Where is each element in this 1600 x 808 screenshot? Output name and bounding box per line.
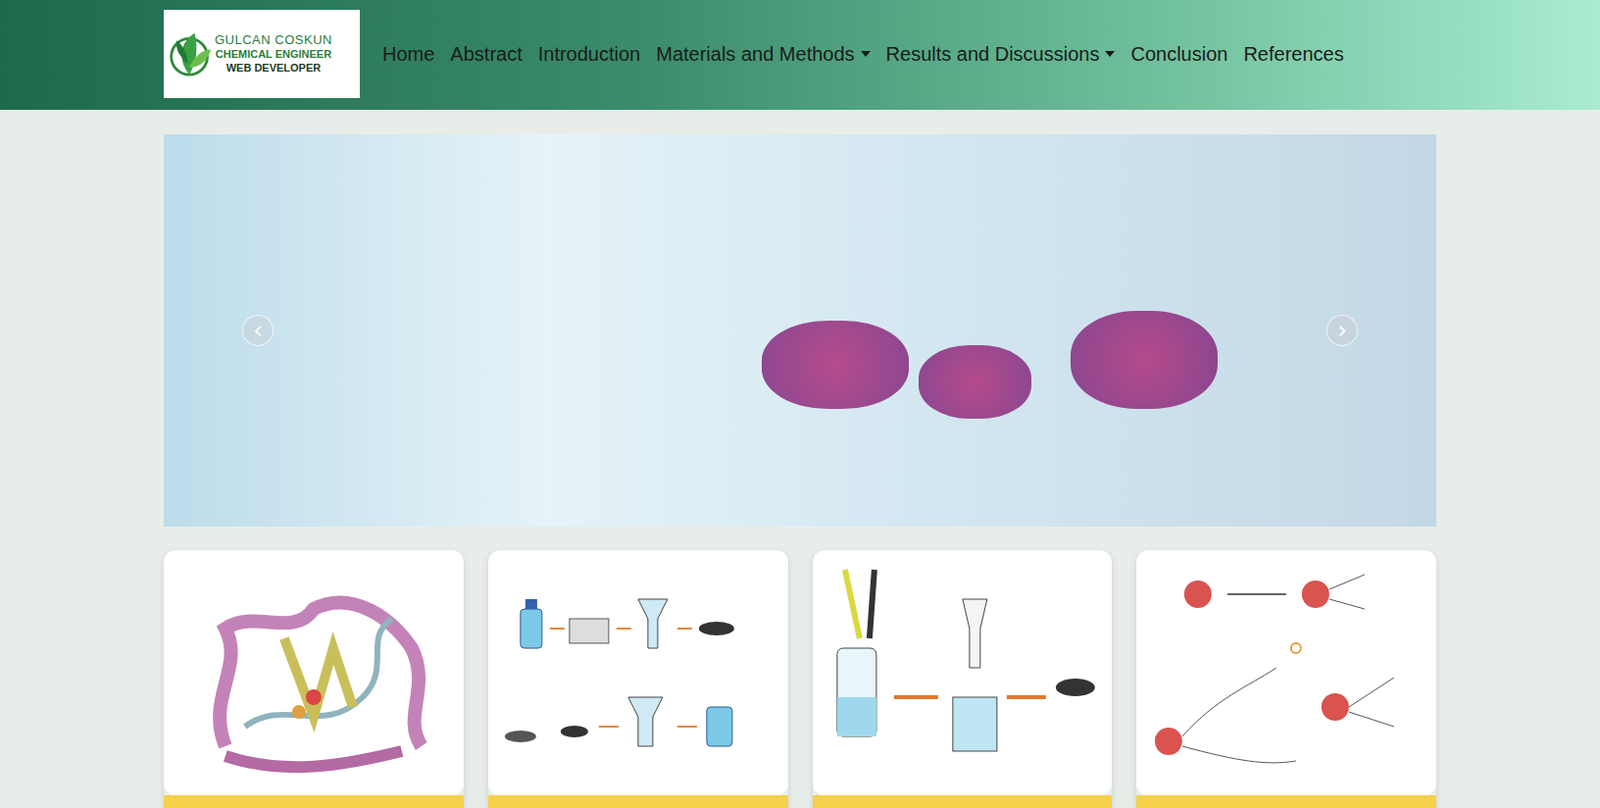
card-figure [812,550,1113,796]
brand-text: GULCAN COSKUNCHEMICAL ENGINEERWEB DEVELO… [214,32,333,76]
brand-line: WEB DEVELOPER [226,61,322,76]
card[interactable] [163,550,464,808]
carousel-prev-button[interactable]: ‹ [242,314,274,347]
card-grid [163,550,1437,808]
nav-link[interactable]: References [1235,35,1351,74]
card-figure [1136,550,1437,796]
card-footer [488,795,789,808]
immobilization-diagram-icon [812,550,1113,796]
main-content: ‹ › [163,134,1437,808]
nav-link[interactable]: Introduction [530,35,650,74]
navbar: GULCAN COSKUNCHEMICAL ENGINEERWEB DEVELO… [0,0,1600,110]
carousel-next-button[interactable]: › [1326,314,1358,347]
nav-link[interactable]: Home [374,35,443,74]
nav-link[interactable]: Abstract [442,35,530,74]
card[interactable] [812,550,1113,808]
card[interactable] [1136,550,1437,808]
nav-link[interactable]: Materials and Methods [648,35,878,74]
card-footer [1136,795,1437,808]
brand-line: GULCAN COSKUN [214,32,333,49]
workflow-diagram-icon [488,550,789,796]
card-figure [163,550,464,796]
chemistry-diagram-icon [1136,550,1437,796]
brand-logo[interactable]: GULCAN COSKUNCHEMICAL ENGINEERWEB DEVELO… [163,9,360,99]
nav-link[interactable]: Conclusion [1122,35,1236,74]
nav-menu: Home Abstract Introduction Materials and… [374,35,1352,74]
card-footer [812,795,1113,808]
nav-link[interactable]: Results and Discussions [878,35,1124,74]
card-figure [488,550,789,796]
protein-structure-icon [163,550,464,796]
card[interactable] [488,550,789,808]
page: GULCAN COSKUNCHEMICAL ENGINEERWEB DEVELO… [0,0,1600,808]
caret-icon [860,50,871,57]
lab-photo [163,134,1437,527]
caret-icon [1104,50,1115,57]
card-footer [163,795,464,808]
leaf-icon [167,19,213,89]
carousel: ‹ › [163,134,1437,527]
brand-line: CHEMICAL ENGINEER [215,48,332,62]
